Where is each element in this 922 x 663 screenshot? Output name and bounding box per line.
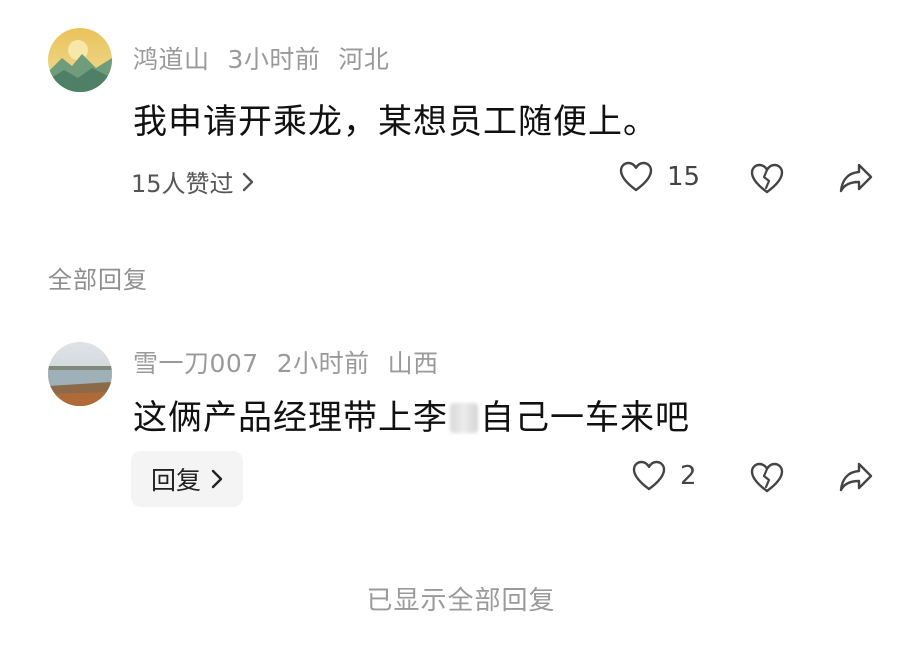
share-arrow-icon bbox=[838, 162, 874, 194]
chevron-right-icon bbox=[242, 172, 254, 192]
comment-text-part: 这俩产品经理带上李 bbox=[133, 398, 448, 438]
share-button[interactable] bbox=[838, 162, 874, 194]
comment-text: 这俩产品经理带上李 自己一车来吧 bbox=[133, 390, 690, 439]
location: 山西 bbox=[387, 349, 439, 378]
share-arrow-icon bbox=[838, 461, 874, 493]
likes-summary[interactable]: 15人赞过 bbox=[131, 164, 254, 199]
timestamp: 2小时前 bbox=[276, 349, 370, 378]
likes-summary-label: 15人赞过 bbox=[131, 170, 234, 198]
username[interactable]: 雪一刀007 bbox=[133, 349, 259, 378]
comment-meta: 鸿道山 3小时前 河北 bbox=[133, 40, 407, 76]
avatar[interactable] bbox=[48, 28, 112, 92]
share-button[interactable] bbox=[838, 461, 874, 493]
broken-heart-icon bbox=[750, 462, 784, 494]
reply-button[interactable]: 回复 bbox=[131, 451, 244, 507]
comment-meta: 雪一刀007 2小时前 山西 bbox=[133, 344, 457, 380]
dislike-button[interactable] bbox=[750, 462, 784, 494]
timestamp: 3小时前 bbox=[227, 45, 321, 74]
username[interactable]: 鸿道山 bbox=[133, 45, 210, 74]
heart-icon bbox=[619, 161, 653, 193]
chevron-right-icon bbox=[211, 469, 223, 489]
broken-heart-icon bbox=[750, 163, 784, 195]
dislike-button[interactable] bbox=[750, 163, 784, 195]
comment-text: 我申请开乘龙，某想员工随便上。 bbox=[133, 102, 658, 142]
like-button[interactable]: 2 bbox=[632, 460, 697, 492]
like-count: 2 bbox=[680, 461, 697, 491]
heart-icon bbox=[632, 460, 666, 492]
avatar[interactable] bbox=[48, 342, 112, 406]
all-replies-shown-label: 已显示全部回复 bbox=[366, 586, 556, 616]
like-count: 15 bbox=[667, 162, 701, 192]
comment-text-part: 自己一车来吧 bbox=[480, 398, 690, 438]
like-button[interactable]: 15 bbox=[619, 161, 700, 193]
reply-button-label: 回复 bbox=[151, 466, 202, 495]
censored-blur bbox=[450, 403, 478, 433]
location: 河北 bbox=[338, 45, 390, 74]
all-replies-label: 全部回复 bbox=[48, 266, 148, 294]
